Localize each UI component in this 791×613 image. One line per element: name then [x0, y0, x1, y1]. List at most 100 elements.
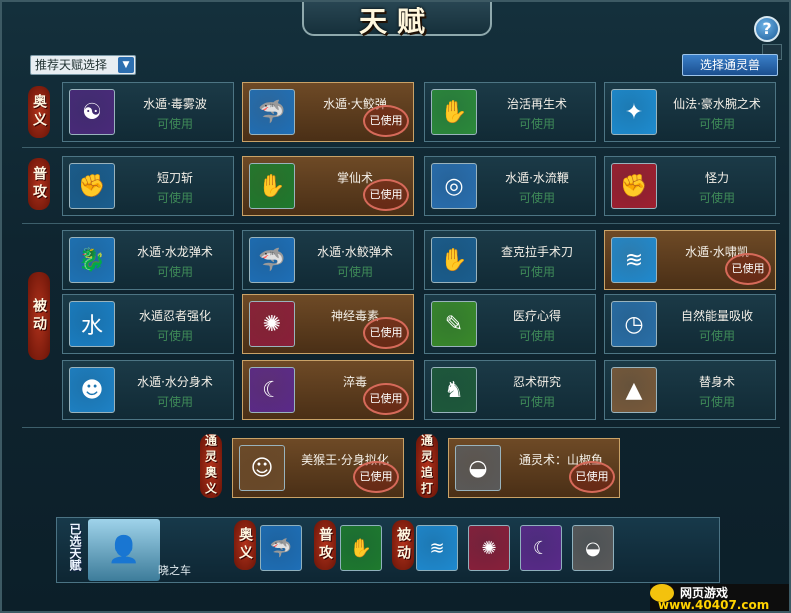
card-name: 水遁·水龙弹术: [137, 245, 213, 259]
divider: [22, 223, 780, 224]
section-normal-label: 普攻: [28, 158, 50, 210]
used-stamp: 已使用: [363, 317, 409, 349]
available-status: 可使用: [698, 191, 735, 205]
talent-window: 天赋 ? 推荐天赋选择 ▼ 选择通灵兽 奥义 普攻 被动 通灵奥义 通灵追打 ☯…: [0, 0, 791, 613]
talent-card[interactable]: ✋ 治活再生术 可使用: [424, 82, 596, 142]
section-passive-label: 被动: [28, 272, 50, 360]
summon-card[interactable]: ☺ 美猴王·分身拟化 已使用: [232, 438, 404, 498]
shark-icon: 🦈: [249, 89, 295, 135]
card-name: 短刀斩: [156, 171, 193, 185]
talent-card[interactable]: ✋ 掌仙术 已使用: [242, 156, 414, 216]
card-name: 查克拉手术刀: [500, 245, 573, 259]
clone-icon: ☻: [69, 367, 115, 413]
talent-card[interactable]: ✋ 查克拉手术刀 可使用: [424, 230, 596, 290]
help-button[interactable]: ?: [754, 16, 780, 42]
card-name: 怪力: [704, 171, 729, 185]
available-status: 可使用: [518, 265, 555, 279]
available-status: 可使用: [156, 117, 193, 131]
used-stamp: 已使用: [569, 461, 615, 493]
chevron-down-icon[interactable]: ▼: [118, 57, 134, 73]
water-icon: 水: [69, 301, 115, 347]
used-stamp: 已使用: [725, 253, 771, 285]
brain-icon: ✺: [249, 301, 295, 347]
section-summon-ultimate-label: 通灵奥义: [200, 434, 222, 498]
talent-card[interactable]: 🦈 水遁·水鲛弹术 可使用: [242, 230, 414, 290]
card-name: 医疗心得: [512, 309, 561, 323]
card-name: 仙法·豪水腕之术: [673, 97, 761, 111]
talent-card[interactable]: ✎ 医疗心得 可使用: [424, 294, 596, 354]
wave-icon[interactable]: ≋: [416, 525, 458, 571]
wave-icon: ≋: [611, 237, 657, 283]
summon-card[interactable]: ◒ 通灵术：山椒鱼 已使用: [448, 438, 620, 498]
talent-card[interactable]: ☾ 淬毒 已使用: [242, 360, 414, 420]
chosen-ultimate-label: 奥义: [234, 520, 256, 570]
needle-icon: ✎: [431, 301, 477, 347]
blade-icon[interactable]: ☾: [520, 525, 562, 571]
available-status: 可使用: [156, 265, 193, 279]
available-status: 可使用: [698, 117, 735, 131]
talent-card[interactable]: ✊ 怪力 可使用: [604, 156, 776, 216]
card-name: 水遁忍者强化: [138, 309, 211, 323]
talent-card[interactable]: ◷ 自然能量吸收 可使用: [604, 294, 776, 354]
logo-url: www.40407.com: [658, 598, 770, 612]
talent-card[interactable]: 水 水遁忍者强化 可使用: [62, 294, 234, 354]
talent-card[interactable]: ♞ 忍术研究可使用: [424, 360, 596, 420]
recommend-dropdown-value: 推荐天赋选择: [35, 58, 108, 72]
available-status: 可使用: [336, 265, 373, 279]
talent-card[interactable]: 🦈 水遁·大鲛弹 已使用: [242, 82, 414, 142]
arm-icon: ✦: [611, 89, 657, 135]
card-name: 水遁·水分身术: [137, 375, 213, 389]
hand-icon: ✋: [431, 237, 477, 283]
talent-card[interactable]: ✊ 短刀斩可使用: [62, 156, 234, 216]
available-status: 可使用: [698, 395, 735, 409]
used-stamp: 已使用: [363, 383, 409, 415]
talent-card[interactable]: 🐉 水遁·水龙弹术 可使用: [62, 230, 234, 290]
talent-card[interactable]: ✦ 仙法·豪水腕之术 可使用: [604, 82, 776, 142]
card-name: 治活再生术: [506, 97, 567, 111]
palm-icon[interactable]: ✋: [340, 525, 382, 571]
shark-icon[interactable]: 🦈: [260, 525, 302, 571]
used-stamp: 已使用: [353, 461, 399, 493]
mist-icon: ☯: [69, 89, 115, 135]
ninja-icon: ♞: [431, 367, 477, 413]
blade-icon: ☾: [249, 367, 295, 413]
salamander-icon[interactable]: ◒: [572, 525, 614, 571]
log-icon: ▲: [611, 367, 657, 413]
available-status: 可使用: [518, 117, 555, 131]
talent-card[interactable]: ☻ 水遁·水分身术 可使用: [62, 360, 234, 420]
choose-summon-button[interactable]: 选择通灵兽: [682, 54, 778, 76]
chosen-normal-label: 普攻: [314, 520, 336, 570]
site-logo: 网页游戏 www.40407.com: [650, 584, 789, 612]
brain-icon[interactable]: ✺: [468, 525, 510, 571]
chosen-passive-label: 被动: [392, 520, 414, 570]
available-status: 可使用: [156, 329, 193, 343]
fist-icon: ✊: [69, 163, 115, 209]
talent-card[interactable]: ☯ 水遁·毒雾波 可使用: [62, 82, 234, 142]
dragon-icon: 🐉: [69, 237, 115, 283]
card-name: 水遁·毒雾波: [143, 97, 207, 111]
chosen-label: 已选天赋: [68, 523, 82, 571]
divider: [22, 427, 780, 428]
divider: [22, 147, 780, 148]
section-ultimate-label: 奥义: [28, 86, 50, 138]
monkey-icon: ☺: [239, 445, 285, 491]
card-name: 水遁·水鲛弹术: [317, 245, 393, 259]
talent-card[interactable]: ≋ 水遁·水啸凯 已使用: [604, 230, 776, 290]
talent-card[interactable]: ✺ 神经毒素 已使用: [242, 294, 414, 354]
card-name: 忍术研究: [512, 375, 561, 389]
talent-card[interactable]: ▲ 替身术 可使用: [604, 360, 776, 420]
salamander-icon: ◒: [455, 445, 501, 491]
title-banner: 天赋: [302, 2, 492, 38]
talent-card[interactable]: ◎ 水遁·水流鞭 可使用: [424, 156, 596, 216]
available-status: 可使用: [698, 329, 735, 343]
available-status: 可使用: [156, 191, 193, 205]
shark-icon: 🦈: [249, 237, 295, 283]
recommend-dropdown[interactable]: 推荐天赋选择 ▼: [30, 55, 136, 75]
available-status: 可使用: [518, 395, 555, 409]
card-name: 自然能量吸收: [680, 309, 753, 323]
used-stamp: 已使用: [363, 179, 409, 211]
card-name: 水遁·水流鞭: [505, 171, 569, 185]
character-name: 晓之车: [158, 564, 191, 577]
available-status: 可使用: [156, 395, 193, 409]
palm-icon: ✋: [249, 163, 295, 209]
